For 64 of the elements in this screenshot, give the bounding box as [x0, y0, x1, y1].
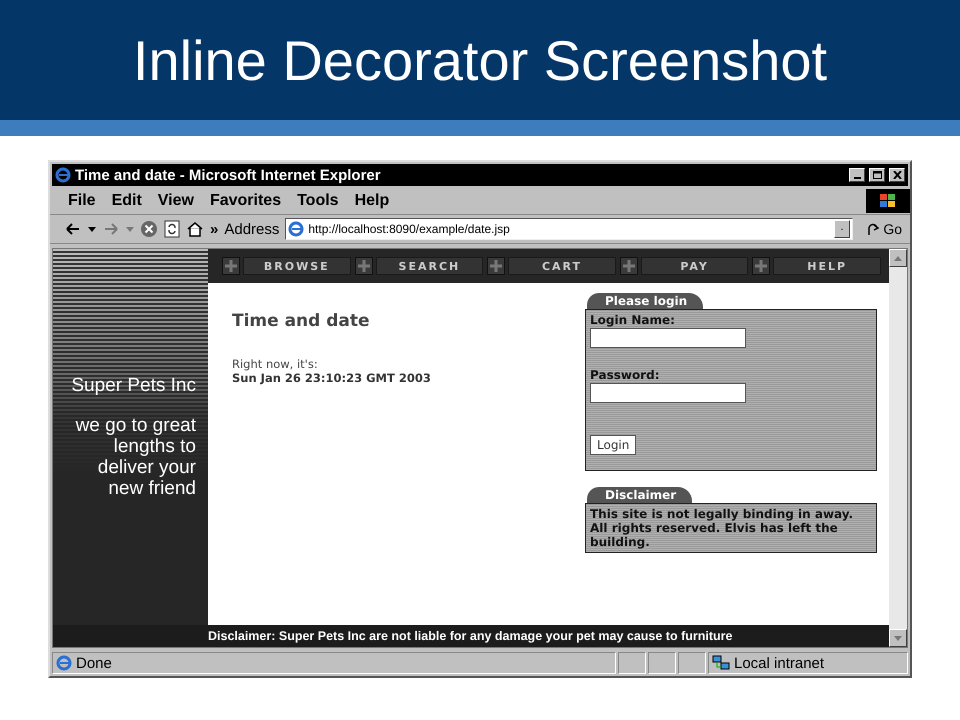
flag-logo-icon — [879, 193, 897, 209]
tagline: we go to great lengths to deliver your new friend — [74, 415, 196, 499]
intro-text: Right now, it's: — [232, 357, 319, 371]
back-arrow-icon[interactable] — [64, 221, 82, 237]
square-bullet-icon — [752, 257, 770, 275]
zone-text: Local intranet — [734, 654, 824, 672]
dropdown-caret-icon[interactable] — [88, 226, 96, 232]
menu-item[interactable]: Tools — [297, 192, 339, 210]
browser-globe-icon — [56, 655, 72, 671]
close-button[interactable] — [889, 168, 905, 182]
go-arrow-icon — [867, 222, 882, 236]
minimize-icon — [854, 177, 860, 179]
nav-button[interactable]: CART — [508, 257, 616, 275]
up-caret-icon — [894, 256, 902, 260]
input-field[interactable] — [590, 328, 746, 348]
nav-button[interactable]: BROWSE — [243, 257, 351, 275]
toolbar-chevron[interactable]: » — [210, 220, 218, 238]
input-field[interactable] — [590, 383, 746, 403]
nav-button[interactable]: SEARCH — [376, 257, 484, 275]
minimize-button[interactable] — [849, 168, 865, 182]
menu-item[interactable]: File — [68, 192, 96, 210]
menu-item[interactable]: Favorites — [210, 192, 282, 210]
square-bullet-icon — [222, 257, 240, 275]
go-button[interactable]: Go — [859, 221, 910, 237]
scrollbar[interactable] — [889, 249, 907, 647]
nav-button[interactable]: PAY — [640, 257, 748, 275]
status-pane — [678, 652, 706, 674]
home-icon[interactable] — [186, 221, 204, 237]
menu-item[interactable]: Help — [354, 192, 390, 210]
close-icon — [892, 171, 902, 179]
nav-button[interactable]: HELP — [773, 257, 881, 275]
scroll-down-button[interactable] — [889, 629, 907, 647]
address-field[interactable]: http://localhost:8090/example/date.jsp — [285, 218, 854, 240]
refresh-icon[interactable] — [164, 220, 180, 238]
company-name: Super Pets Inc — [71, 375, 196, 397]
network-computer-icon — [712, 655, 730, 671]
field-label: Password: — [590, 368, 660, 382]
stop-icon[interactable] — [140, 220, 158, 238]
status-pane — [648, 652, 676, 674]
status-pane — [618, 652, 646, 674]
square-bullet-icon — [487, 257, 506, 275]
field-label: Login Name: — [590, 313, 675, 327]
page-heading: Time and date — [232, 311, 371, 331]
disclaimer-text: This site is not legally binding in away. — [590, 507, 854, 521]
date-time-text: Sun Jan 26 23:10:23 GMT 2003 — [232, 371, 431, 385]
window-title: Time and date - Microsoft Internet Explorer — [75, 166, 382, 184]
disclaimer-text: All rights reserved. Elvis has left the building. — [590, 521, 839, 549]
square-bullet-icon — [620, 257, 638, 275]
maximize-icon — [872, 171, 882, 179]
menu-item[interactable]: View — [158, 192, 194, 210]
browser-globe-icon — [288, 221, 304, 237]
browser-globe-icon — [55, 167, 71, 183]
scroll-up-button[interactable] — [889, 249, 907, 267]
down-caret-icon — [894, 636, 902, 640]
square-bullet-icon — [354, 257, 373, 275]
address-url: http://localhost:8090/example/date.jsp — [308, 222, 511, 236]
maximize-button[interactable] — [869, 168, 885, 182]
address-label: Address — [224, 220, 280, 238]
menu-item[interactable]: Edit — [112, 192, 142, 210]
login-button[interactable]: Login — [590, 435, 636, 455]
dropdown-button[interactable] — [834, 220, 850, 238]
footer-disclaimer: Disclaimer: Super Pets Inc are not liable for any damage your pet may cause to furniture — [53, 625, 889, 647]
status-text: Done — [76, 654, 112, 672]
slide-title: Inline Decorator Screenshot — [132, 28, 828, 92]
